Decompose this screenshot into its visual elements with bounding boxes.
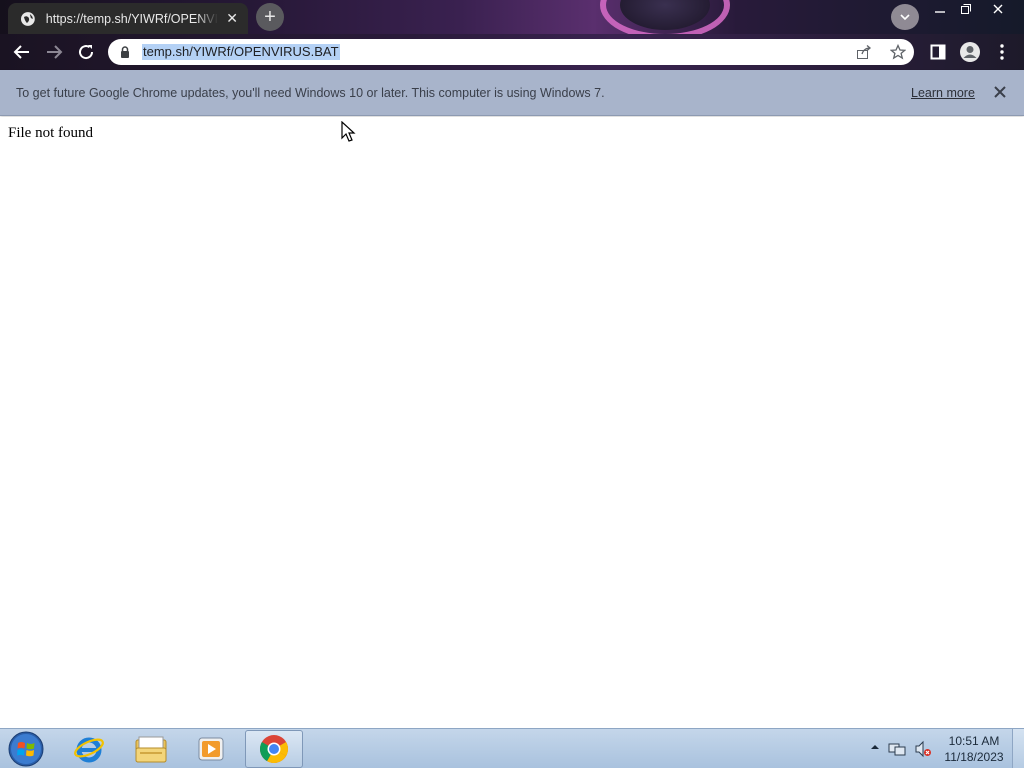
restore-icon — [961, 4, 971, 14]
system-tray: 10:51 AM 11/18/2023 — [862, 729, 1012, 768]
clock-time[interactable]: 10:51 AM — [944, 734, 1004, 748]
reload-button[interactable] — [74, 40, 98, 64]
address-bar[interactable]: temp.sh/YIWRf/OPENVIRUS.BAT — [108, 39, 914, 65]
show-desktop-button[interactable] — [1012, 729, 1024, 768]
show-hidden-icons-icon[interactable] — [870, 742, 880, 752]
volume-muted-icon[interactable] — [914, 740, 932, 758]
media-player-icon — [198, 737, 224, 761]
side-panel-icon — [930, 44, 946, 60]
arrow-right-icon — [47, 45, 63, 59]
infobar-message: To get future Google Chrome updates, you… — [16, 86, 605, 100]
more-vert-icon — [1000, 44, 1004, 60]
windows-explorer-icon — [135, 736, 167, 763]
address-url[interactable]: temp.sh/YIWRf/OPENVIRUS.BAT — [142, 44, 340, 60]
windows-taskbar: 10:51 AM 11/18/2023 — [0, 728, 1024, 768]
tab-search-button[interactable] — [891, 4, 919, 30]
learn-more-link[interactable]: Learn more — [911, 86, 975, 100]
minimize-button[interactable] — [926, 0, 954, 18]
page-content: File not found — [0, 117, 1024, 728]
browser-tab[interactable]: https://temp.sh/YIWRf/OPENVIRUS.BAT ✕ — [8, 3, 248, 34]
arrow-left-icon — [13, 45, 29, 59]
chrome-icon — [260, 735, 288, 763]
maximize-button[interactable] — [952, 0, 980, 18]
update-infobar: To get future Google Chrome updates, you… — [0, 70, 1024, 116]
back-button[interactable] — [10, 40, 34, 64]
taskbar-media-player[interactable] — [182, 730, 240, 768]
start-button[interactable] — [5, 730, 47, 768]
minimize-icon — [935, 11, 945, 13]
network-icon[interactable] — [888, 740, 906, 758]
infobar-close-icon[interactable] — [992, 84, 1008, 100]
share-icon[interactable] — [856, 44, 872, 60]
lock-icon[interactable] — [118, 45, 132, 59]
browser-toolbar: temp.sh/YIWRf/OPENVIRUS.BAT — [0, 34, 1024, 70]
taskbar-windows-explorer[interactable] — [122, 730, 180, 768]
tab-title: https://temp.sh/YIWRf/OPENVIRUS.BAT — [45, 11, 219, 26]
forward-button[interactable] — [42, 40, 66, 64]
tab-close-icon[interactable]: ✕ — [226, 10, 238, 27]
taskbar-internet-explorer[interactable] — [60, 730, 118, 768]
profile-button[interactable] — [958, 40, 982, 64]
chevron-down-icon — [900, 14, 910, 21]
browser-menu-button[interactable] — [990, 40, 1014, 64]
close-window-button[interactable] — [984, 0, 1012, 18]
mouse-cursor-icon — [341, 121, 356, 142]
taskbar-google-chrome[interactable] — [245, 730, 303, 768]
page-body-text: File not found — [8, 125, 93, 141]
bookmark-star-icon[interactable] — [890, 44, 906, 60]
reload-icon — [79, 45, 94, 60]
avatar-icon — [960, 42, 980, 62]
globe-icon — [20, 11, 35, 26]
internet-explorer-icon — [74, 737, 104, 763]
browser-titlebar: https://temp.sh/YIWRf/OPENVIRUS.BAT ✕ + — [0, 0, 1024, 34]
new-tab-button[interactable]: + — [256, 3, 284, 31]
close-icon — [993, 4, 1003, 14]
clock-date[interactable]: 11/18/2023 — [940, 750, 1008, 764]
side-panel-button[interactable] — [926, 40, 950, 64]
